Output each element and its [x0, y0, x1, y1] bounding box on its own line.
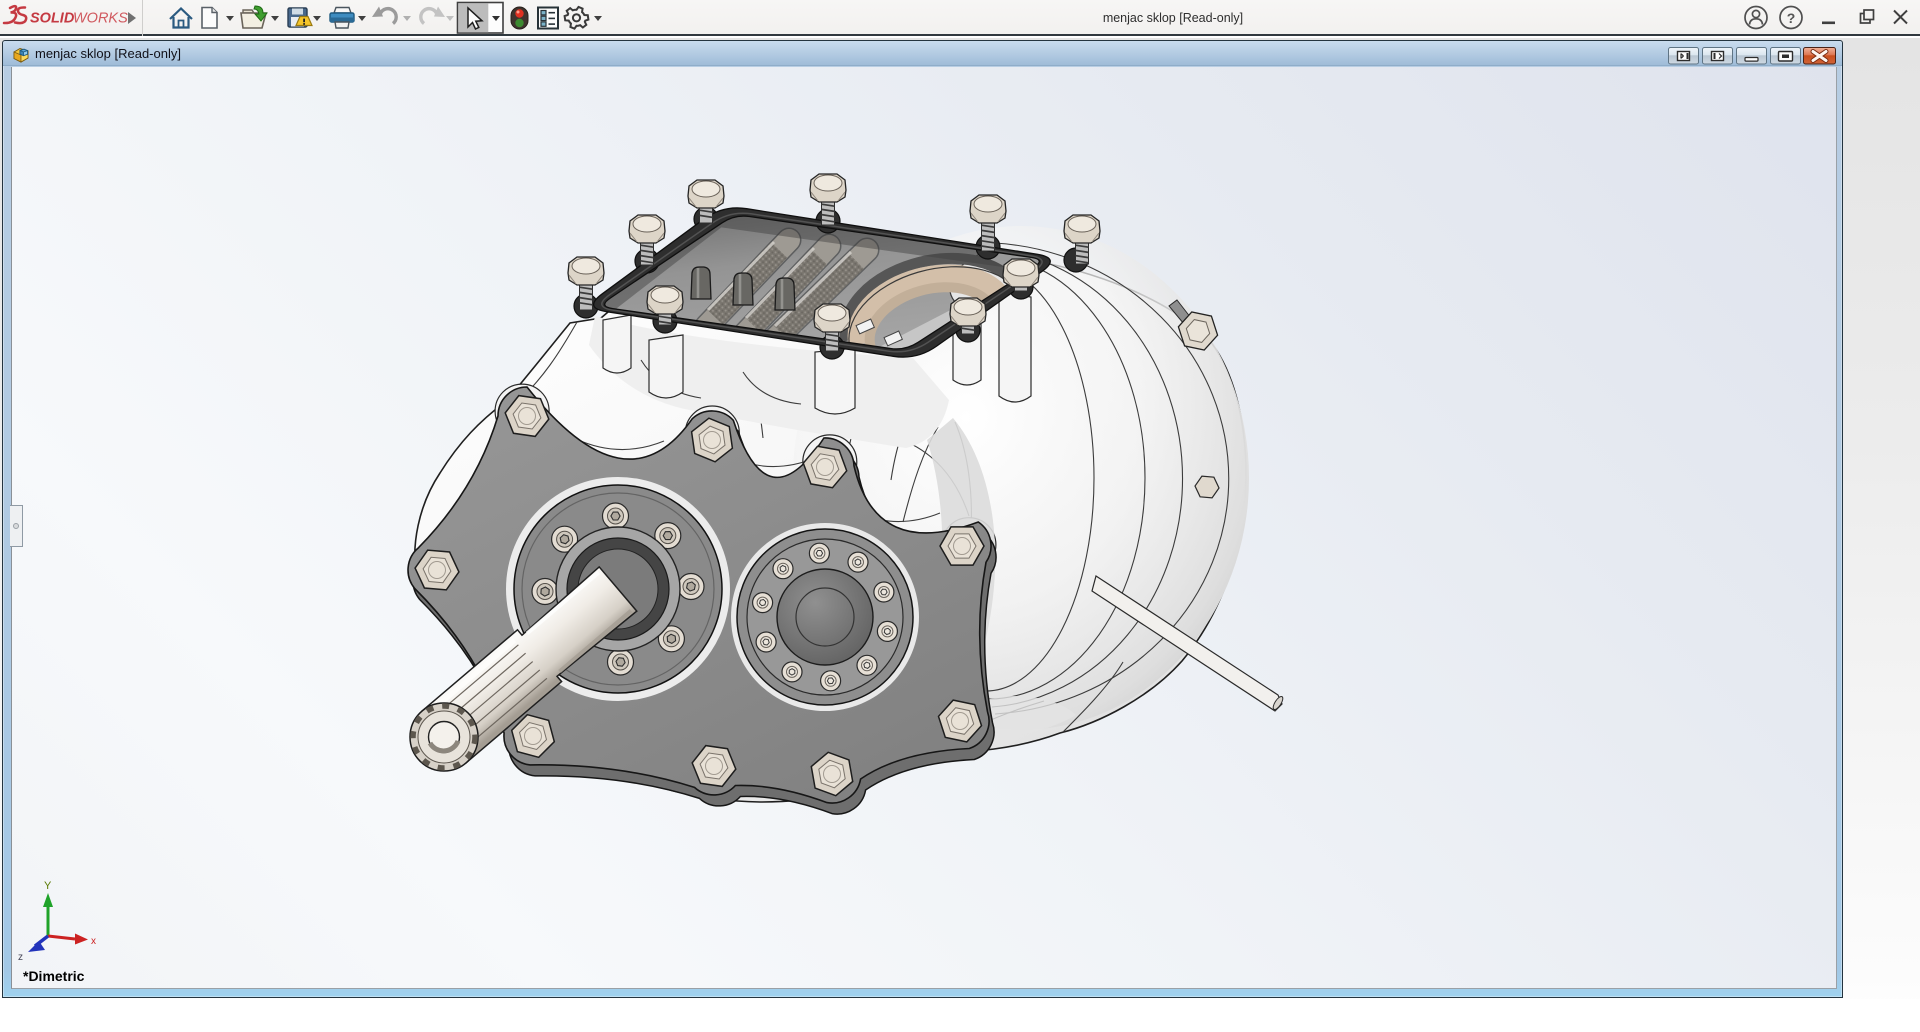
- svg-text:?: ?: [1787, 10, 1796, 26]
- svg-text:*Dimetric: *Dimetric: [23, 968, 85, 984]
- svg-text:z: z: [18, 952, 23, 963]
- svg-text:x: x: [91, 936, 96, 947]
- svg-text:Y: Y: [44, 880, 52, 892]
